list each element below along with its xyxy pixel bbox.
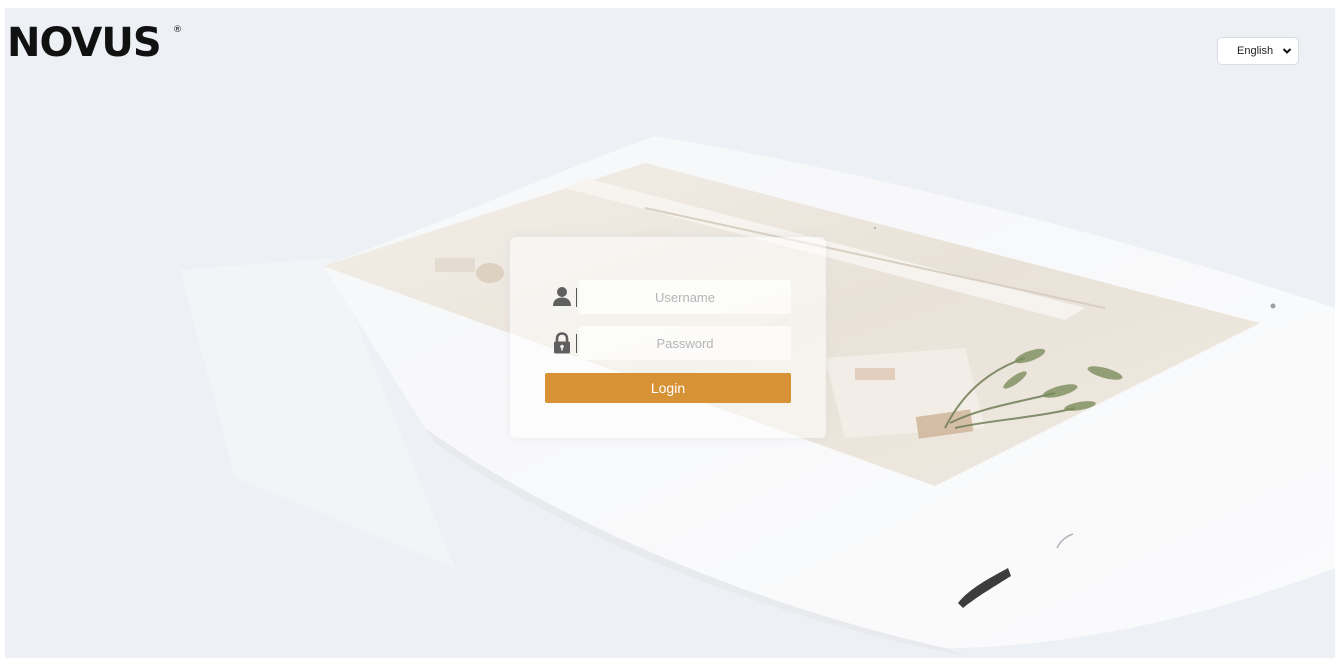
lock-icon [554, 332, 570, 354]
novus-logo: NOVUS ® [7, 18, 187, 68]
password-field [545, 326, 791, 360]
user-icon [553, 287, 571, 306]
registered-mark: ® [173, 25, 182, 35]
login-button[interactable]: Login [545, 373, 791, 403]
username-separator [576, 288, 577, 307]
password-input[interactable] [579, 326, 791, 360]
language-select[interactable]: English [1217, 37, 1299, 65]
language-selected-value: English [1237, 45, 1274, 57]
password-separator [576, 334, 577, 353]
username-input[interactable] [579, 280, 791, 314]
login-page: NOVUS ® English Login [0, 0, 1339, 661]
logo-text: NOVUS [7, 20, 161, 66]
username-field [545, 280, 791, 314]
chevron-down-icon [1282, 48, 1292, 54]
